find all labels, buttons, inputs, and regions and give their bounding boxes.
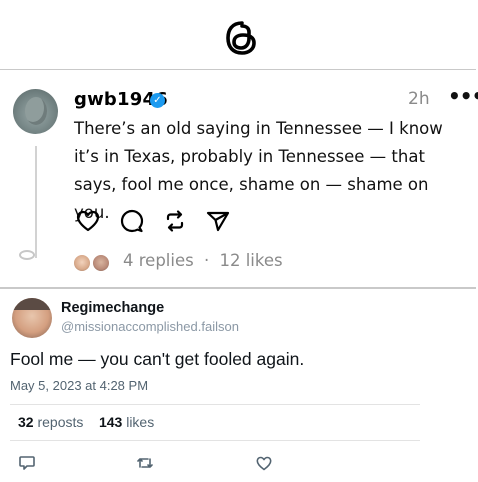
more-options-icon[interactable]: ••• [448, 84, 478, 108]
post-stats: 4 replies · 12 likes [123, 251, 283, 270]
share-icon[interactable] [205, 208, 231, 234]
avatar[interactable] [12, 298, 52, 338]
engagement-counts: 32 reposts 143 likes [18, 414, 154, 430]
reply-timestamp[interactable]: May 5, 2023 at 4:28 PM [10, 378, 148, 393]
comment-icon[interactable] [119, 208, 145, 234]
like-icon[interactable] [255, 454, 273, 472]
reply-author-name[interactable]: Regimechange [61, 300, 164, 316]
reply-post-card: Regimechange @missionaccomplished.failso… [0, 290, 478, 482]
divider [10, 404, 420, 405]
retweet-icon[interactable] [136, 454, 154, 472]
thread-end-icon [19, 250, 35, 260]
reply-text: Fool me — you can't get fooled again. [10, 349, 305, 369]
replies-count[interactable]: 4 replies [123, 251, 194, 270]
likes-label: likes [126, 414, 155, 430]
thread-connector-line [35, 146, 37, 258]
reply-author-handle[interactable]: @missionaccomplished.failson [61, 319, 239, 334]
stats-separator: · [203, 251, 210, 270]
likes-count[interactable]: 143 [99, 414, 122, 430]
reposts-count[interactable]: 32 [18, 414, 34, 430]
avatar[interactable] [13, 89, 58, 134]
reply-icon[interactable] [18, 454, 36, 472]
threads-logo-icon[interactable] [222, 18, 262, 58]
repost-icon[interactable] [162, 208, 188, 234]
reposts-label: reposts [37, 414, 84, 430]
threads-post-card: gwb1946 ✓ 2h ••• There’s an old saying i… [0, 69, 478, 289]
heart-icon[interactable] [75, 208, 101, 234]
post-timestamp: 2h [408, 89, 430, 109]
verified-badge-icon: ✓ [150, 93, 165, 108]
replier-avatar [72, 253, 92, 273]
divider [10, 440, 420, 441]
likes-count[interactable]: 12 likes [219, 251, 282, 270]
replier-avatar [91, 253, 111, 273]
